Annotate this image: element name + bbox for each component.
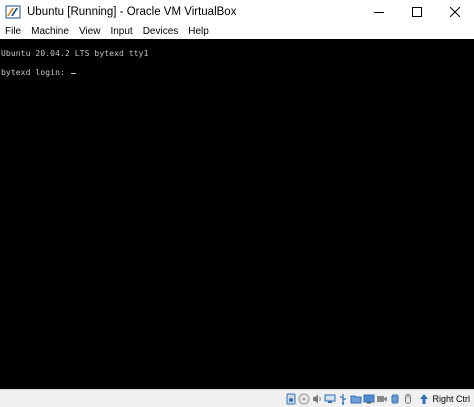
virtualbox-window: Ubuntu [Running] - Oracle VM VirtualBox … <box>0 0 474 407</box>
login-prompt: bytexd login: <box>1 68 70 77</box>
status-bar: Right Ctrl <box>0 389 474 407</box>
window-controls <box>360 0 474 24</box>
host-key-indicator[interactable]: Right Ctrl <box>417 393 470 405</box>
maximize-button[interactable] <box>398 0 436 24</box>
title-bar[interactable]: Ubuntu [Running] - Oracle VM VirtualBox <box>0 0 474 24</box>
menu-file[interactable]: File <box>0 24 26 39</box>
close-icon <box>450 7 460 17</box>
cpu-icon[interactable] <box>389 393 401 405</box>
minimize-icon <box>374 12 384 13</box>
mouse-integration-icon[interactable] <box>402 393 414 405</box>
menu-machine[interactable]: Machine <box>26 24 74 39</box>
keyboard-arrow-icon <box>418 393 430 405</box>
menu-help[interactable]: Help <box>183 24 214 39</box>
menu-view[interactable]: View <box>74 24 106 39</box>
virtualbox-icon[interactable] <box>5 4 21 20</box>
display-icon[interactable] <box>363 393 375 405</box>
network-icon[interactable] <box>324 393 336 405</box>
video-capture-icon[interactable] <box>376 393 388 405</box>
window-title: Ubuntu [Running] - Oracle VM VirtualBox <box>27 6 237 18</box>
host-key-label: Right Ctrl <box>432 393 470 404</box>
menu-input[interactable]: Input <box>105 24 137 39</box>
menu-devices[interactable]: Devices <box>138 24 184 39</box>
vm-console-screen[interactable]: Ubuntu 20.04.2 LTS bytexd tty1 bytexd lo… <box>0 39 474 389</box>
close-button[interactable] <box>436 0 474 24</box>
menu-bar: File Machine View Input Devices Help <box>0 24 474 39</box>
console-login-line: bytexd login: <box>1 68 76 77</box>
shared-folders-icon[interactable] <box>350 393 362 405</box>
audio-icon[interactable] <box>311 393 323 405</box>
text-cursor <box>70 73 76 74</box>
usb-icon[interactable] <box>337 393 349 405</box>
optical-drive-icon[interactable] <box>298 393 310 405</box>
minimize-button[interactable] <box>360 0 398 24</box>
console-banner: Ubuntu 20.04.2 LTS bytexd tty1 <box>1 49 149 58</box>
hard-disk-icon[interactable] <box>285 393 297 405</box>
maximize-icon <box>412 7 422 17</box>
